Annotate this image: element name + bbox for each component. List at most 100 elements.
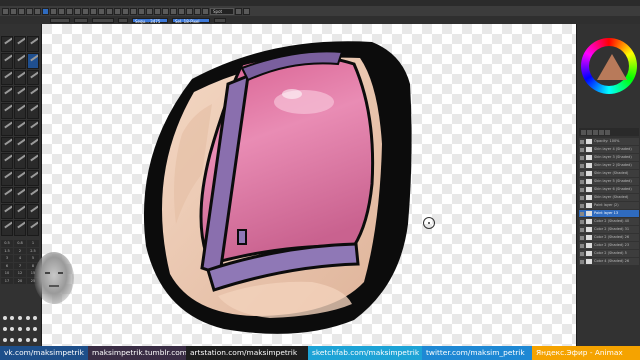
brush-preset[interactable] (1, 36, 13, 52)
brush-size-option[interactable]: 6 (1, 262, 13, 269)
brush-size-option[interactable]: 4 (14, 255, 26, 262)
layer-row[interactable]: Paint layer 13 (579, 210, 639, 217)
option-e[interactable] (214, 17, 226, 23)
visibility-eye-icon[interactable] (580, 211, 584, 216)
eraser-icon[interactable] (138, 7, 145, 15)
brush-tip-dot[interactable] (17, 337, 22, 342)
brush-size-option[interactable]: 17 (1, 277, 13, 284)
transform-icon[interactable] (74, 7, 81, 15)
pen-tool-icon[interactable] (42, 7, 49, 15)
visibility-eye-icon[interactable] (580, 195, 584, 200)
open-file-icon[interactable] (10, 7, 17, 15)
brush-preset[interactable] (1, 119, 13, 136)
brush-preset[interactable] (14, 69, 26, 86)
ellipse-icon[interactable] (66, 7, 73, 15)
blend-icon[interactable] (146, 7, 153, 15)
rect-select-icon[interactable] (50, 7, 57, 15)
visibility-eye-icon[interactable] (580, 251, 584, 256)
new-file-icon[interactable] (2, 7, 9, 15)
brush-tip-dot[interactable] (2, 316, 7, 321)
brush-preset[interactable] (14, 36, 26, 52)
selection-field[interactable]: Sel. 18-Pixel (172, 17, 210, 24)
figure-icon[interactable] (154, 7, 161, 15)
balloon-icon[interactable] (170, 7, 177, 15)
layer-row[interactable]: Color 2 (Shaded) 23 (579, 242, 639, 249)
brush-tip-dot[interactable] (17, 326, 22, 331)
eyedropper-icon[interactable] (130, 7, 137, 15)
brush-preset[interactable] (14, 103, 26, 119)
color-wheel[interactable] (581, 38, 637, 94)
brush-preset[interactable] (1, 136, 13, 153)
info-icon[interactable] (243, 7, 250, 15)
brush-size-option[interactable]: 12 (14, 270, 26, 277)
visibility-eye-icon[interactable] (580, 163, 584, 168)
brush-preset[interactable] (14, 52, 26, 69)
brush-tip-dot[interactable] (25, 316, 30, 321)
brush-preset[interactable] (27, 153, 39, 169)
brush-tip-dot[interactable] (33, 337, 38, 342)
brush-preset[interactable] (1, 69, 13, 86)
visibility-eye-icon[interactable] (580, 235, 584, 240)
brush-tip-dot[interactable] (10, 316, 15, 321)
brush-preset[interactable] (27, 103, 39, 119)
fill-icon[interactable] (82, 7, 89, 15)
brush-size-option[interactable]: 2 (14, 247, 26, 254)
social-link[interactable]: sketchfab.com/maksimpetrik (308, 346, 422, 360)
visibility-eye-icon[interactable] (580, 219, 584, 224)
brush-tip-dot[interactable] (25, 337, 30, 342)
brush-preset[interactable] (14, 220, 26, 236)
brush-preset[interactable] (1, 86, 13, 102)
layer-row[interactable]: Color 2 (Shaded) 26 (579, 234, 639, 241)
brush-size-option[interactable]: 7 (14, 262, 26, 269)
brush-preset[interactable] (14, 153, 26, 169)
layer-row[interactable]: Opacity: 100% (579, 138, 639, 145)
folder-icon[interactable] (587, 129, 592, 135)
color-triangle[interactable] (597, 54, 627, 80)
lightbox-icon[interactable] (186, 7, 193, 15)
layer-row[interactable]: Skin layer 2 (Shaded) (579, 162, 639, 169)
brush-preset[interactable] (1, 203, 13, 220)
brush-preset[interactable] (14, 86, 26, 102)
ruler-icon[interactable] (106, 7, 113, 15)
undo-icon[interactable] (26, 7, 33, 15)
brush-preset[interactable] (14, 119, 26, 136)
layer-row[interactable]: Color 4 (Shaded) 26 (579, 258, 639, 265)
brush-size-option[interactable]: 1.5 (1, 247, 13, 254)
brush-size-option[interactable]: 1 (27, 240, 39, 247)
social-link[interactable]: Яндекс.Эфир - Animax (532, 346, 640, 360)
brush-tip-dot[interactable] (2, 326, 7, 331)
brush-size-option[interactable]: 10 (1, 270, 13, 277)
brush-size-option[interactable]: 20 (14, 277, 26, 284)
hand-icon[interactable] (114, 7, 121, 15)
visibility-eye-icon[interactable] (580, 147, 584, 152)
brush-preset[interactable] (27, 186, 39, 203)
visibility-eye-icon[interactable] (580, 203, 584, 208)
brush-preset[interactable] (27, 69, 39, 86)
brush-tip-dot[interactable] (10, 326, 15, 331)
brush-preset[interactable] (27, 36, 39, 52)
drawing-canvas[interactable] (42, 24, 576, 346)
brush-preset[interactable] (1, 186, 13, 203)
brush-preset[interactable] (14, 170, 26, 186)
option-a[interactable] (50, 17, 70, 23)
brush-size-option[interactable]: 0.8 (14, 240, 26, 247)
brush-preset[interactable] (1, 52, 13, 69)
save-icon[interactable] (18, 7, 25, 15)
visibility-eye-icon[interactable] (580, 187, 584, 192)
brush-preset[interactable] (1, 220, 13, 236)
visibility-eye-icon[interactable] (580, 155, 584, 160)
brush-preset[interactable] (1, 153, 13, 169)
brush-preset[interactable] (27, 86, 39, 102)
mask-icon[interactable] (593, 129, 598, 135)
brush-preset[interactable] (14, 186, 26, 203)
zoom-icon[interactable] (122, 7, 129, 15)
text-icon[interactable] (98, 7, 105, 15)
layer-row[interactable]: Color 2 (Shaded) 5 (579, 250, 639, 257)
brush-preset[interactable] (27, 119, 39, 136)
brush-preset[interactable] (27, 52, 39, 69)
correction-icon[interactable] (178, 7, 185, 15)
brush-preset[interactable] (27, 170, 39, 186)
visibility-eye-icon[interactable] (580, 243, 584, 248)
layer-row[interactable]: Skin layer 4 (Shaded) (579, 146, 639, 153)
option-d[interactable] (118, 17, 128, 23)
